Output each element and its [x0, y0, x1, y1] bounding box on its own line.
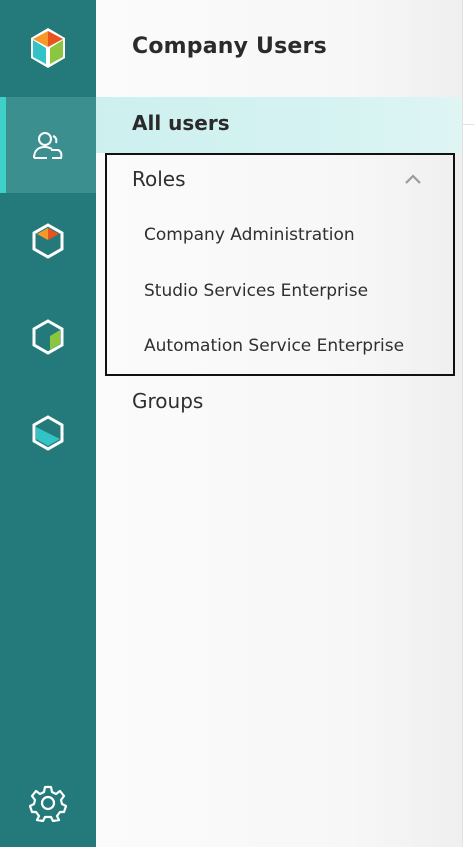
nav-users[interactable]	[0, 97, 96, 193]
settings-button[interactable]	[0, 755, 96, 851]
users-icon	[33, 132, 63, 159]
chevron-up-icon[interactable]	[403, 172, 423, 186]
role-item-automation-service-enterprise[interactable]: Automation Service Enterprise	[144, 336, 404, 356]
content-edge	[462, 0, 474, 847]
nav-automation[interactable]	[0, 289, 96, 385]
left-rail	[0, 0, 96, 847]
cube-green-icon	[32, 319, 64, 355]
page-title: Company Users	[132, 34, 327, 59]
cube-orange-icon	[32, 223, 64, 259]
cube-teal-icon	[32, 415, 64, 451]
divider	[462, 124, 474, 125]
role-item-company-administration[interactable]: Company Administration	[144, 225, 355, 245]
brand-cube-icon	[31, 28, 65, 68]
all-users-label: All users	[132, 111, 230, 135]
roles-toggle[interactable]: Roles	[132, 167, 186, 191]
nav-services[interactable]	[0, 385, 96, 481]
nav-all-users[interactable]: All users	[96, 97, 462, 153]
role-item-studio-services-enterprise[interactable]: Studio Services Enterprise	[144, 281, 368, 301]
brand-logo[interactable]	[0, 0, 96, 96]
gear-icon	[29, 785, 67, 822]
nav-groups[interactable]: Groups	[132, 389, 203, 413]
nav-studio[interactable]	[0, 193, 96, 289]
